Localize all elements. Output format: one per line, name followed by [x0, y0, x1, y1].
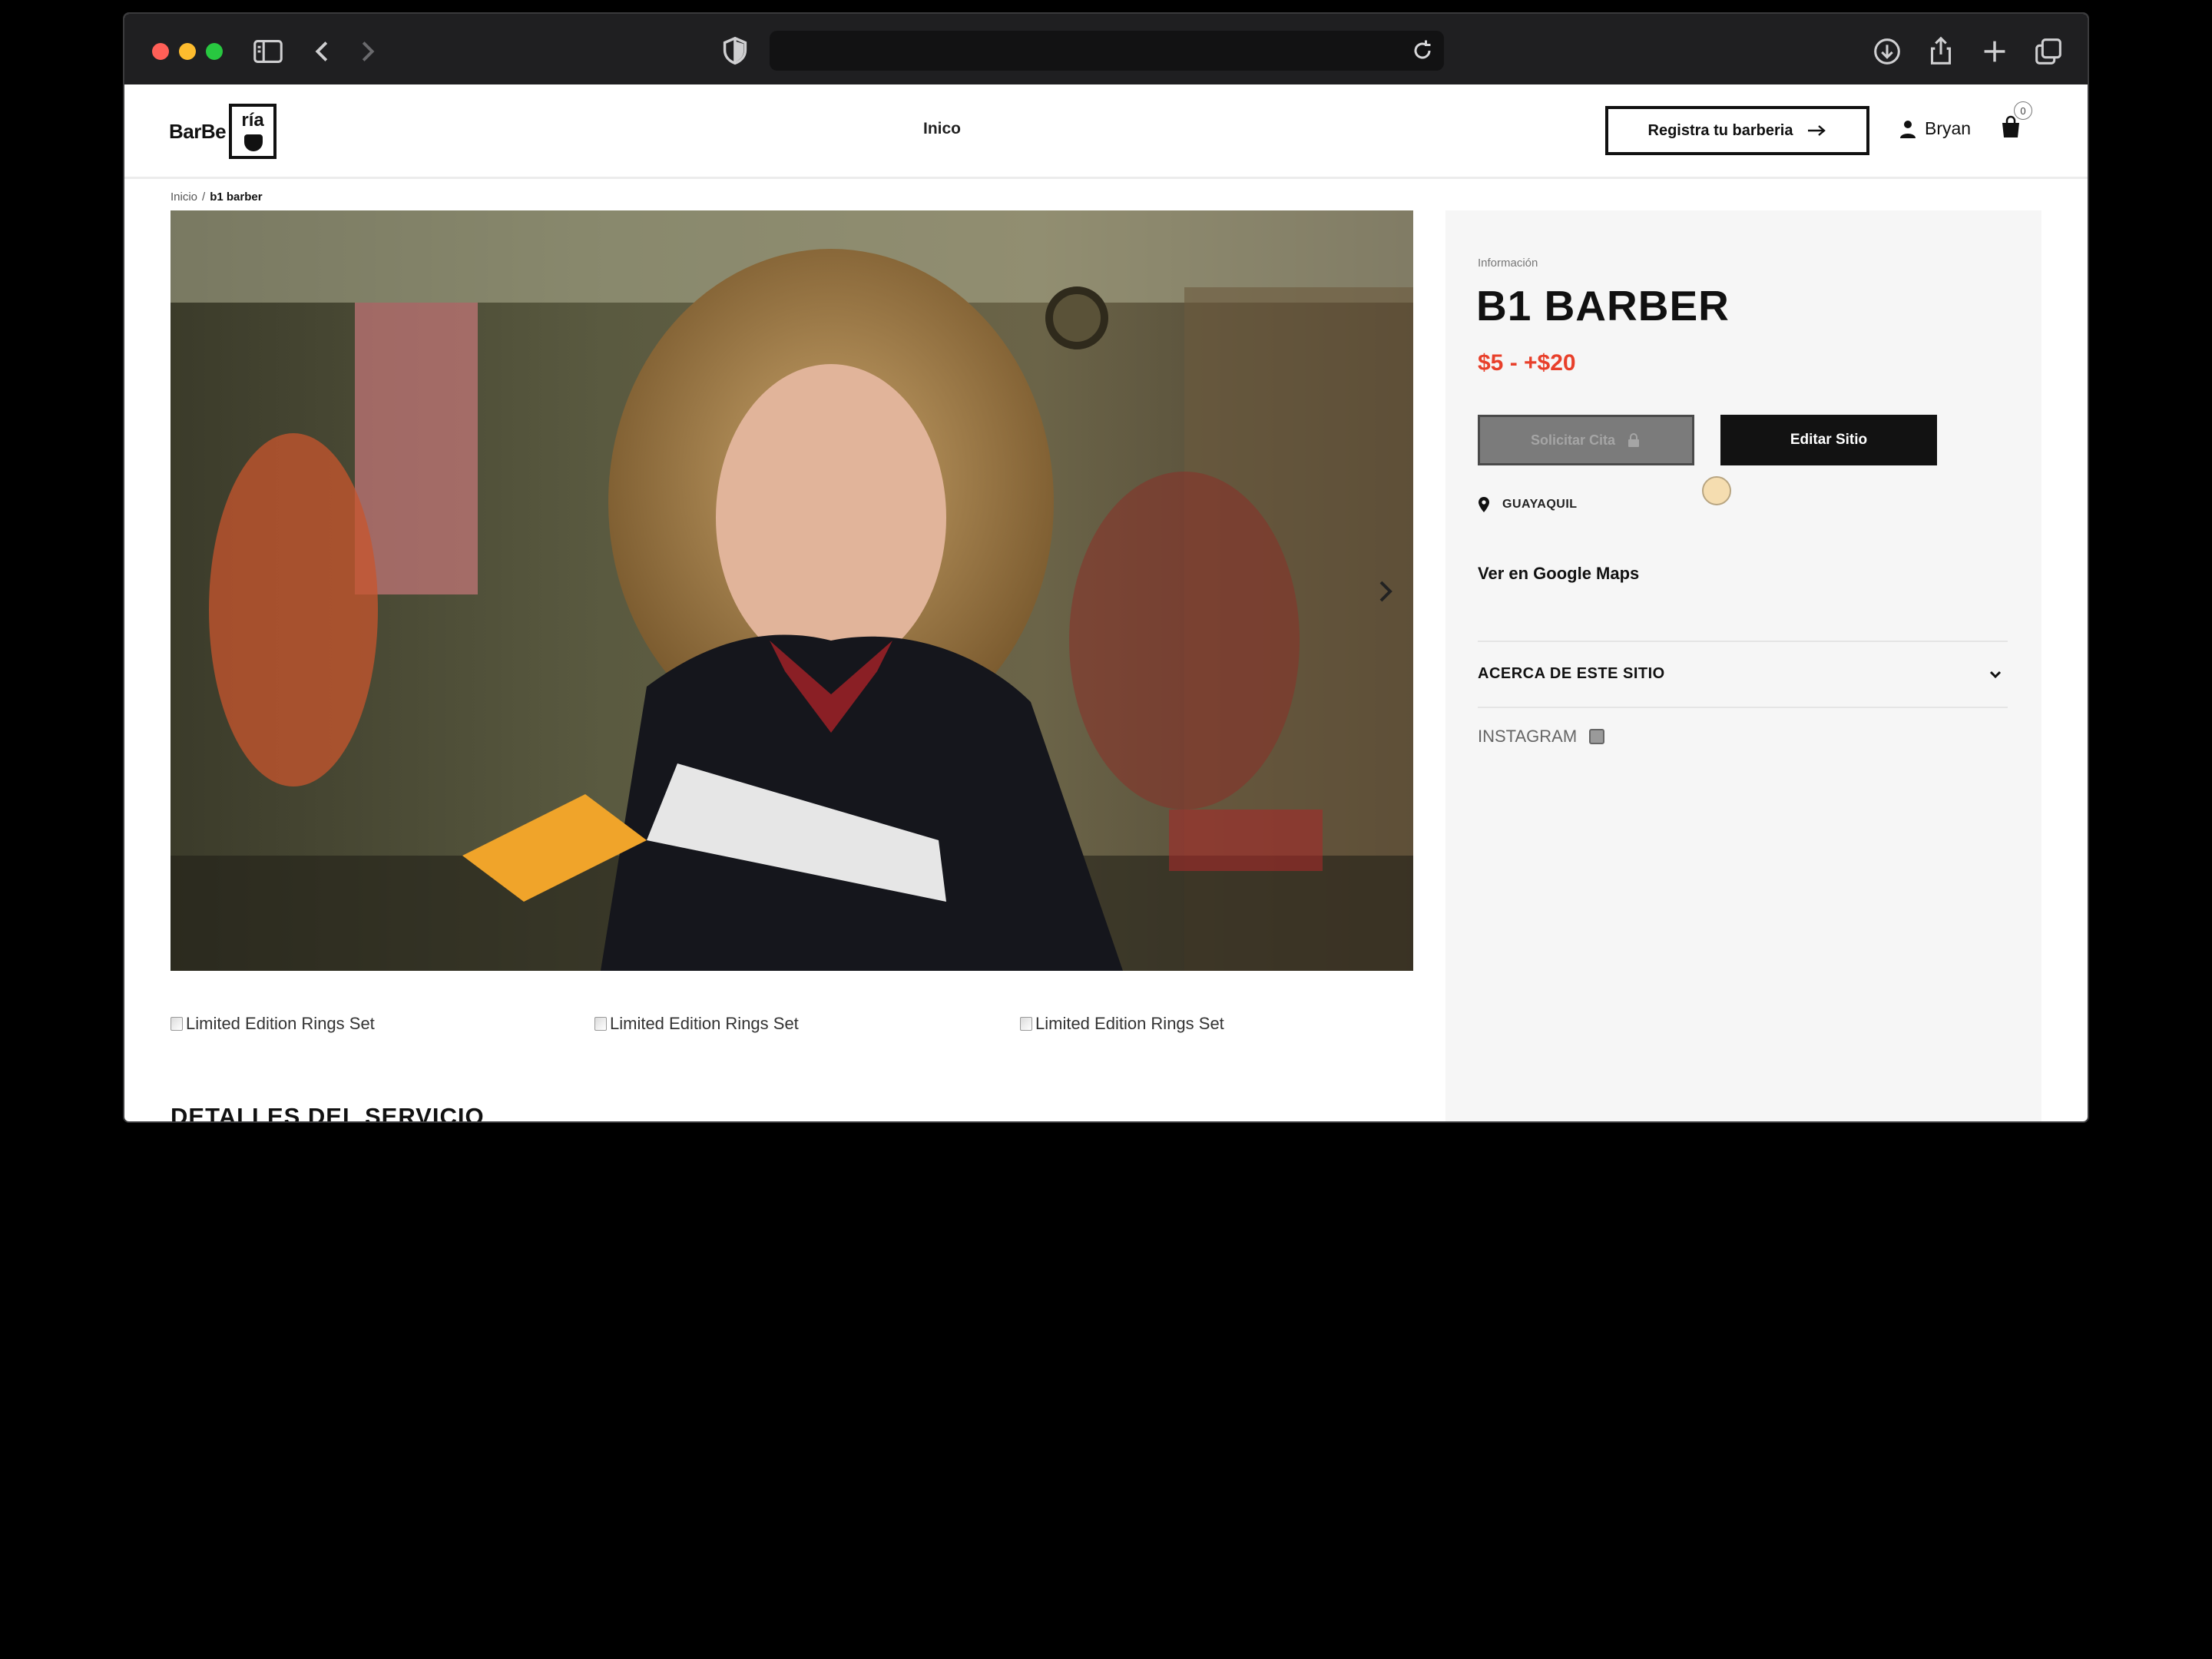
- site-header: BarBe ría Inico Registra tu barberia Bry…: [124, 84, 2088, 179]
- breadcrumb-current: b1 barber: [210, 190, 263, 204]
- barbershop-title: B1 BARBER: [1476, 282, 1730, 329]
- register-button-label: Registra tu barberia: [1647, 121, 1793, 139]
- user-icon: [1900, 120, 1916, 138]
- zoom-window-button[interactable]: [206, 43, 223, 60]
- service-details-heading: DETALLES DEL SERVICIO: [171, 1103, 485, 1123]
- plus-icon[interactable]: [1977, 34, 2012, 69]
- tabs-overview-icon[interactable]: [2031, 34, 2066, 69]
- price-range: $5 - +$20: [1478, 350, 1576, 376]
- shield-icon[interactable]: [717, 34, 753, 69]
- broken-image-icon: [171, 1017, 183, 1031]
- request-button-label: Solicitar Cita: [1530, 432, 1616, 448]
- instagram-link[interactable]: INSTAGRAM: [1478, 727, 1605, 747]
- thumbnail-3[interactable]: Limited Edition Rings Set: [1020, 1014, 1224, 1034]
- breadcrumb-home[interactable]: Inicio: [171, 190, 197, 204]
- breadcrumb: Inicio / b1 barber: [171, 190, 263, 204]
- location: GUAYAQUIL: [1478, 496, 1578, 513]
- panel-label: Información: [1478, 257, 1538, 270]
- close-window-button[interactable]: [152, 43, 169, 60]
- register-barbershop-button[interactable]: Registra tu barberia: [1605, 106, 1869, 155]
- thumbnail-1[interactable]: Limited Edition Rings Set: [171, 1014, 375, 1034]
- info-panel: Información B1 BARBER $5 - +$20 Solicita…: [1445, 210, 2041, 1121]
- chevron-left-icon[interactable]: [306, 34, 341, 69]
- broken-image-icon: [594, 1017, 607, 1031]
- broken-image-icon: [1020, 1017, 1032, 1031]
- thumbnail-alt-text: Limited Edition Rings Set: [186, 1014, 375, 1033]
- reload-icon[interactable]: [1409, 37, 1436, 65]
- edit-button-label: Editar Sitio: [1790, 432, 1868, 448]
- chevron-right-icon[interactable]: [349, 34, 384, 69]
- thumbnail-alt-text: Limited Edition Rings Set: [1035, 1014, 1224, 1033]
- chevron-right-icon[interactable]: [1375, 578, 1396, 605]
- edit-site-button[interactable]: Editar Sitio: [1720, 415, 1937, 465]
- minimize-window-button[interactable]: [179, 43, 196, 60]
- thumbnail-2[interactable]: Limited Edition Rings Set: [594, 1014, 799, 1034]
- sidebar-icon[interactable]: [250, 34, 286, 69]
- user-menu[interactable]: Bryan: [1899, 118, 1971, 139]
- lock-icon: [1628, 433, 1640, 447]
- nav-link-home[interactable]: Inico: [923, 120, 961, 138]
- address-bar[interactable]: [770, 31, 1444, 71]
- instagram-icon: [1589, 729, 1605, 744]
- share-icon[interactable]: [1923, 34, 1959, 69]
- about-accordion[interactable]: ACERCA DE ESTE SITIO: [1478, 641, 2008, 708]
- browser-window: BarBe ría Inico Registra tu barberia Bry…: [123, 12, 2089, 1123]
- download-icon[interactable]: [1869, 34, 1905, 69]
- location-city: GUAYAQUIL: [1502, 498, 1578, 511]
- request-appointment-button[interactable]: Solicitar Cita: [1478, 415, 1694, 465]
- cursor-indicator: [1702, 476, 1731, 505]
- cart-count-badge: 0: [2014, 101, 2032, 120]
- site-logo[interactable]: BarBe ría: [169, 101, 277, 161]
- logo-mark: ría: [229, 104, 277, 159]
- google-maps-link[interactable]: Ver en Google Maps: [1478, 564, 1639, 584]
- browser-toolbar: [124, 14, 2088, 84]
- user-name: Bryan: [1925, 118, 1972, 138]
- map-pin-icon: [1479, 497, 1489, 512]
- chevron-down-icon: [1988, 667, 2003, 682]
- thumbnail-strip: Limited Edition Rings Set Limited Editio…: [171, 1014, 1413, 1037]
- thumbnail-alt-text: Limited Edition Rings Set: [610, 1014, 799, 1033]
- instagram-label: INSTAGRAM: [1478, 727, 1578, 746]
- logo-text: BarBe: [169, 119, 227, 143]
- accordion-label: ACERCA DE ESTE SITIO: [1478, 665, 1665, 682]
- arrow-right-icon: [1808, 125, 1826, 136]
- main-photo: [171, 210, 1413, 971]
- breadcrumb-separator: /: [202, 190, 206, 204]
